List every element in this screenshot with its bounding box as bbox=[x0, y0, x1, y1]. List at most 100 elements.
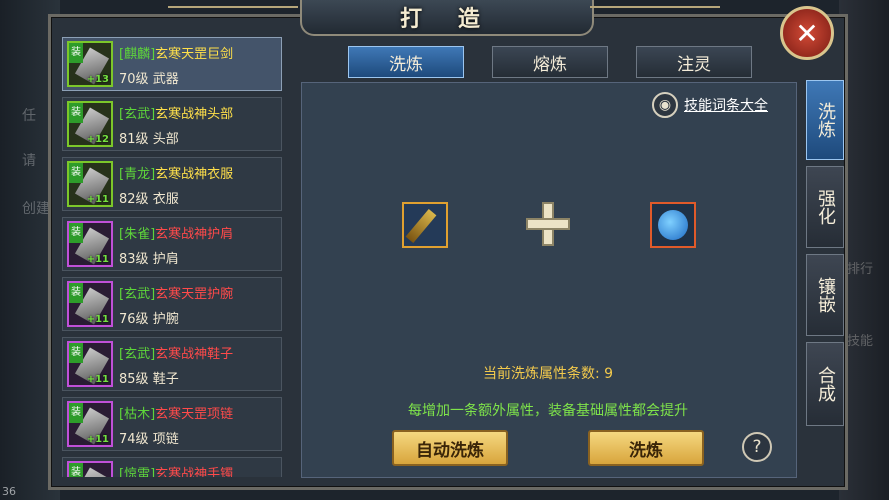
item-prefix: [青龙] bbox=[119, 167, 156, 182]
equipment-item[interactable]: 装 +12 [玄武]玄寒战神头部 81级 头部 bbox=[62, 97, 282, 151]
enhance-level: +11 bbox=[86, 194, 109, 205]
equipment-icon: 装 +11 bbox=[67, 401, 113, 447]
equip-tag: 装 bbox=[69, 223, 83, 243]
item-title: 玄寒天罡护腕 bbox=[155, 287, 234, 302]
equipment-slot[interactable] bbox=[402, 202, 448, 248]
item-name: [玄武]玄寒天罡护腕 bbox=[119, 283, 233, 302]
item-slot: 头部 bbox=[152, 132, 179, 147]
auto-refine-button[interactable]: 自动洗炼 bbox=[392, 430, 508, 466]
equipment-item[interactable]: 装 +11 [玄武]玄寒战神鞋子 85级 鞋子 bbox=[62, 337, 282, 391]
enhance-level: +13 bbox=[86, 74, 109, 85]
plus-icon bbox=[526, 202, 570, 246]
bg-text-5: 技能 bbox=[847, 334, 874, 349]
item-prefix: [朱雀] bbox=[119, 227, 156, 242]
equipment-icon: 装 +11 bbox=[67, 221, 113, 267]
item-title: 玄寒战神鞋子 bbox=[155, 347, 234, 362]
equipment-icon: 装 bbox=[67, 461, 113, 477]
side-tab-enhance[interactable]: 强化 bbox=[806, 166, 844, 248]
item-name: [麒麟]玄寒天罡巨剑 bbox=[119, 43, 233, 62]
equipment-icon: 装 +11 bbox=[67, 161, 113, 207]
side-tab-compose[interactable]: 合成 bbox=[806, 342, 844, 426]
item-name: [朱雀]玄寒战神护肩 bbox=[119, 223, 233, 242]
refine-label: 洗炼 bbox=[629, 440, 663, 461]
equipment-item[interactable]: 装 +11 [枯木]玄寒天罡项链 74级 项链 bbox=[62, 397, 282, 451]
item-slot: 项链 bbox=[152, 432, 179, 447]
item-info: 74级 项链 bbox=[119, 428, 179, 447]
item-name: [枯木]玄寒天罡项链 bbox=[119, 403, 233, 422]
side-tab-refine[interactable]: 洗炼 bbox=[806, 80, 844, 160]
equipment-item[interactable]: 装 [惊雷]玄寒战神手镯 bbox=[62, 457, 282, 477]
side-tab-label: 洗炼 bbox=[815, 102, 836, 138]
item-title: 玄寒天罡巨剑 bbox=[155, 47, 234, 62]
item-prefix: [玄武] bbox=[119, 107, 156, 122]
item-title: 玄寒战神手镯 bbox=[155, 467, 234, 477]
tab-label: 熔炼 bbox=[533, 54, 567, 75]
item-slot: 衣服 bbox=[152, 192, 179, 207]
item-level: 76级 bbox=[119, 312, 149, 327]
enhance-level: +11 bbox=[86, 374, 109, 385]
item-info: 83级 护肩 bbox=[119, 248, 179, 267]
item-prefix: [惊雷] bbox=[119, 467, 156, 477]
equip-tag: 装 bbox=[69, 343, 83, 363]
refine-button[interactable]: 洗炼 bbox=[588, 430, 704, 466]
sword-icon bbox=[405, 208, 437, 244]
skill-list-link[interactable]: 技能词条大全 bbox=[684, 95, 768, 115]
item-title: 玄寒天罡项链 bbox=[155, 407, 234, 422]
title-ornament-right bbox=[590, 6, 720, 22]
side-tab-label: 镶嵌 bbox=[815, 277, 836, 313]
item-prefix: [枯木] bbox=[119, 407, 156, 422]
enhance-level: +11 bbox=[86, 314, 109, 325]
tab-refine[interactable]: 洗炼 bbox=[348, 46, 464, 78]
item-name: [青龙]玄寒战神衣服 bbox=[119, 163, 233, 182]
corner-number: 36 bbox=[2, 485, 16, 498]
side-tab-inlay[interactable]: 镶嵌 bbox=[806, 254, 844, 336]
equipment-item[interactable]: 装 +11 [朱雀]玄寒战神护肩 83级 护肩 bbox=[62, 217, 282, 271]
bg-text-1: 任 bbox=[22, 108, 36, 124]
item-level: 81级 bbox=[119, 132, 149, 147]
eye-icon[interactable]: ◉ bbox=[652, 92, 678, 118]
enhance-level: +11 bbox=[86, 254, 109, 265]
equip-tag: 装 bbox=[69, 463, 83, 477]
equip-tag: 装 bbox=[69, 403, 83, 423]
equipment-list[interactable]: 装 +13 [麒麟]玄寒天罡巨剑 70级 武器装 +12 [玄武]玄寒战神头部 81级 头部… bbox=[62, 37, 282, 477]
item-level: 83级 bbox=[119, 252, 149, 267]
item-name: [惊雷]玄寒战神手镯 bbox=[119, 463, 233, 477]
item-level: 70级 bbox=[119, 72, 149, 87]
item-name: [玄武]玄寒战神鞋子 bbox=[119, 343, 233, 362]
title-bar: 打 造 bbox=[300, 0, 594, 36]
item-info: 85级 鞋子 bbox=[119, 368, 179, 387]
item-prefix: [玄武] bbox=[119, 287, 156, 302]
item-level: 82级 bbox=[119, 192, 149, 207]
equip-tag: 装 bbox=[69, 103, 83, 123]
item-level: 85级 bbox=[119, 372, 149, 387]
item-slot: 鞋子 bbox=[152, 372, 179, 387]
attribute-count-text: 当前洗炼属性条数: 9 bbox=[482, 366, 614, 382]
tab-label: 洗炼 bbox=[389, 54, 423, 75]
refine-stone-icon bbox=[658, 210, 688, 240]
side-tab-label: 合成 bbox=[815, 366, 836, 402]
item-info: 70级 武器 bbox=[119, 68, 179, 87]
enhance-level: +11 bbox=[86, 434, 109, 445]
hint-text: 每增加一条额外属性，装备基础属性都会提升 bbox=[408, 403, 688, 419]
equip-tag: 装 bbox=[69, 43, 83, 63]
equipment-item[interactable]: 装 +13 [麒麟]玄寒天罡巨剑 70级 武器 bbox=[62, 37, 282, 91]
help-icon[interactable]: ? bbox=[742, 432, 772, 462]
bg-text-4: 排行 bbox=[847, 262, 874, 277]
item-slot: 武器 bbox=[152, 72, 179, 87]
material-slot[interactable] bbox=[650, 202, 696, 248]
tab-infuse[interactable]: 注灵 bbox=[636, 46, 752, 78]
tab-label: 注灵 bbox=[677, 54, 711, 75]
title-ornament-left bbox=[168, 6, 298, 22]
auto-refine-label: 自动洗炼 bbox=[416, 440, 484, 461]
tab-smelt[interactable]: 熔炼 bbox=[492, 46, 608, 78]
equip-tag: 装 bbox=[69, 163, 83, 183]
item-info: 76级 护腕 bbox=[119, 308, 179, 327]
help-label: ? bbox=[752, 437, 762, 457]
item-level: 74级 bbox=[119, 432, 149, 447]
equip-tag: 装 bbox=[69, 283, 83, 303]
equipment-item[interactable]: 装 +11 [青龙]玄寒战神衣服 82级 衣服 bbox=[62, 157, 282, 211]
close-button[interactable]: ✕ bbox=[780, 6, 834, 60]
close-icon: ✕ bbox=[795, 16, 819, 50]
item-title: 玄寒战神护肩 bbox=[155, 227, 234, 242]
equipment-item[interactable]: 装 +11 [玄武]玄寒天罡护腕 76级 护腕 bbox=[62, 277, 282, 331]
